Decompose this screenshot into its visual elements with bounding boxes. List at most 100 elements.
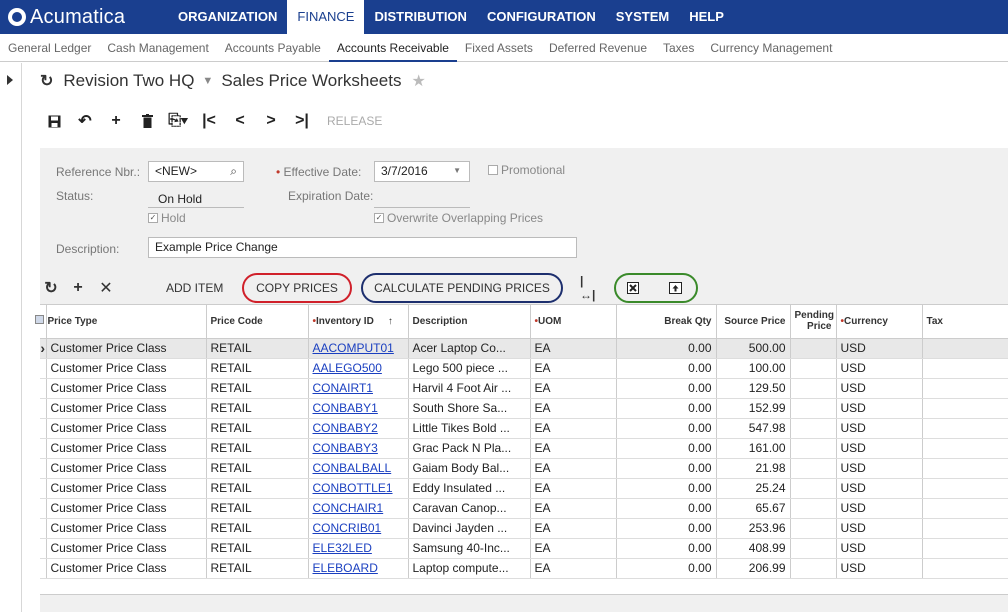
cell-break-qty[interactable]: 0.00 [616, 338, 717, 359]
cell-price-code[interactable]: RETAIL [206, 398, 309, 419]
next-record-icon[interactable]: > [257, 108, 285, 134]
column-header-uom[interactable]: •UOM [530, 305, 617, 339]
cell-inventory-id[interactable]: CONBOTTLE1 [308, 478, 409, 499]
cell-break-qty[interactable]: 0.00 [616, 378, 717, 399]
cell-uom[interactable]: EA [530, 478, 617, 499]
undo-icon[interactable]: ↶ [71, 108, 99, 134]
topnav-configuration[interactable]: CONFIGURATION [477, 0, 606, 34]
cell-uom[interactable]: EA [530, 418, 617, 439]
cell-description[interactable]: Laptop compute... [408, 558, 531, 579]
cell-break-qty[interactable]: 0.00 [616, 418, 717, 439]
hold-checkbox[interactable]: ✓ Hold [148, 211, 186, 225]
cell-inventory-id[interactable]: CONCHAIR1 [308, 498, 409, 519]
cell-description[interactable]: South Shore Sa... [408, 398, 531, 419]
topnav-help[interactable]: HELP [679, 0, 734, 34]
copy-paste-icon[interactable]: ⎘▾ [164, 108, 192, 134]
cell-currency[interactable]: USD [836, 458, 923, 479]
cell-description[interactable]: Harvil 4 Foot Air ... [408, 378, 531, 399]
add-icon[interactable]: + [102, 108, 130, 134]
cell-price-type[interactable]: Customer Price Class [46, 478, 207, 499]
cell-currency[interactable]: USD [836, 378, 923, 399]
cell-currency[interactable]: USD [836, 538, 923, 559]
subnav-taxes[interactable]: Taxes [655, 34, 702, 62]
table-row[interactable]: Customer Price Class RETAIL CONBABY1 South … [40, 398, 1008, 419]
cell-tax[interactable] [922, 558, 1008, 579]
cell-description[interactable]: Eddy Insulated ... [408, 478, 531, 499]
cell-uom[interactable]: EA [530, 398, 617, 419]
cell-source-price[interactable]: 100.00 [716, 358, 791, 379]
cell-pending-price[interactable] [790, 478, 837, 499]
table-row[interactable]: Customer Price Class RETAIL CONBABY2 Little… [40, 418, 1008, 439]
reference-nbr-field[interactable]: <NEW> ⌕ [148, 161, 244, 182]
subnav-deferred-revenue[interactable]: Deferred Revenue [541, 34, 655, 62]
cell-pending-price[interactable] [790, 518, 837, 539]
topnav-finance[interactable]: FINANCE [287, 0, 365, 34]
cell-source-price[interactable]: 408.99 [716, 538, 791, 559]
cell-description[interactable]: Lego 500 piece ... [408, 358, 531, 379]
cell-source-price[interactable]: 161.00 [716, 438, 791, 459]
upload-file-icon[interactable] [666, 276, 684, 300]
previous-record-icon[interactable]: < [226, 108, 254, 134]
cell-description[interactable]: Acer Laptop Co... [408, 338, 531, 359]
cell-price-code[interactable]: RETAIL [206, 498, 309, 519]
hold-checkbox-box[interactable]: ✓ [148, 213, 158, 223]
navigation-pane-toggle-strip[interactable] [0, 63, 22, 612]
cell-tax[interactable] [922, 498, 1008, 519]
cell-break-qty[interactable]: 0.00 [616, 458, 717, 479]
cell-pending-price[interactable] [790, 538, 837, 559]
cell-price-type[interactable]: Customer Price Class [46, 558, 207, 579]
grid-refresh-icon[interactable]: ↻ [42, 276, 60, 300]
cell-break-qty[interactable]: 0.00 [616, 438, 717, 459]
cell-break-qty[interactable]: 0.00 [616, 558, 717, 579]
save-icon[interactable] [40, 108, 68, 134]
cell-source-price[interactable]: 206.99 [716, 558, 791, 579]
cell-price-code[interactable]: RETAIL [206, 518, 309, 539]
cell-source-price[interactable]: 25.24 [716, 478, 791, 499]
cell-break-qty[interactable]: 0.00 [616, 538, 717, 559]
cell-uom[interactable]: EA [530, 358, 617, 379]
cell-pending-price[interactable] [790, 358, 837, 379]
cell-inventory-id[interactable]: CONBABY1 [308, 398, 409, 419]
cell-tax[interactable] [922, 518, 1008, 539]
subnav-fixed-assets[interactable]: Fixed Assets [457, 34, 541, 62]
topnav-system[interactable]: SYSTEM [606, 0, 679, 34]
table-row[interactable]: Customer Price Class RETAIL CONAIRT1 Harvil… [40, 378, 1008, 399]
cell-uom[interactable]: EA [530, 338, 617, 359]
last-record-icon[interactable]: >| [288, 108, 316, 134]
cell-price-code[interactable]: RETAIL [206, 358, 309, 379]
topnav-organization[interactable]: ORGANIZATION [168, 0, 287, 34]
cell-break-qty[interactable]: 0.00 [616, 518, 717, 539]
company-dropdown-icon[interactable]: ▼ [202, 75, 213, 87]
table-row[interactable]: › Customer Price Class RETAIL AACOMPUT01 Ace… [40, 338, 1008, 359]
column-header-price-type[interactable]: Price Type [34, 305, 207, 339]
cell-currency[interactable]: USD [836, 498, 923, 519]
add-item-button[interactable]: ADD ITEM [166, 276, 223, 300]
cell-tax[interactable] [922, 358, 1008, 379]
cell-price-type[interactable]: Customer Price Class [46, 438, 207, 459]
cell-price-type[interactable]: Customer Price Class [46, 458, 207, 479]
cell-tax[interactable] [922, 458, 1008, 479]
topnav-distribution[interactable]: DISTRIBUTION [364, 0, 476, 34]
cell-source-price[interactable]: 547.98 [716, 418, 791, 439]
cell-tax[interactable] [922, 398, 1008, 419]
column-header-tax[interactable]: Tax [922, 305, 1008, 339]
cell-tax[interactable] [922, 538, 1008, 559]
cell-price-code[interactable]: RETAIL [206, 458, 309, 479]
cell-source-price[interactable]: 129.50 [716, 378, 791, 399]
table-row[interactable]: Customer Price Class RETAIL AALEGO500 Lego … [40, 358, 1008, 379]
cell-uom[interactable]: EA [530, 458, 617, 479]
cell-price-type[interactable]: Customer Price Class [46, 498, 207, 519]
cell-description[interactable]: Caravan Canop... [408, 498, 531, 519]
overwrite-overlapping-checkbox[interactable]: ✓ Overwrite Overlapping Prices [374, 211, 543, 225]
subnav-currency-management[interactable]: Currency Management [702, 34, 840, 62]
table-row[interactable]: Customer Price Class RETAIL ELEBOARD Laptop… [40, 558, 1008, 579]
company-name[interactable]: Revision Two HQ [63, 71, 194, 91]
cell-source-price[interactable]: 253.96 [716, 518, 791, 539]
cell-uom[interactable]: EA [530, 558, 617, 579]
column-header-price-code[interactable]: Price Code [206, 305, 309, 339]
search-icon[interactable]: ⌕ [230, 164, 237, 179]
expand-arrow-icon[interactable] [7, 75, 13, 85]
cell-price-type[interactable]: Customer Price Class [46, 418, 207, 439]
cell-inventory-id[interactable]: ELE32LED [308, 538, 409, 559]
subnav-accounts-payable[interactable]: Accounts Payable [217, 34, 329, 62]
